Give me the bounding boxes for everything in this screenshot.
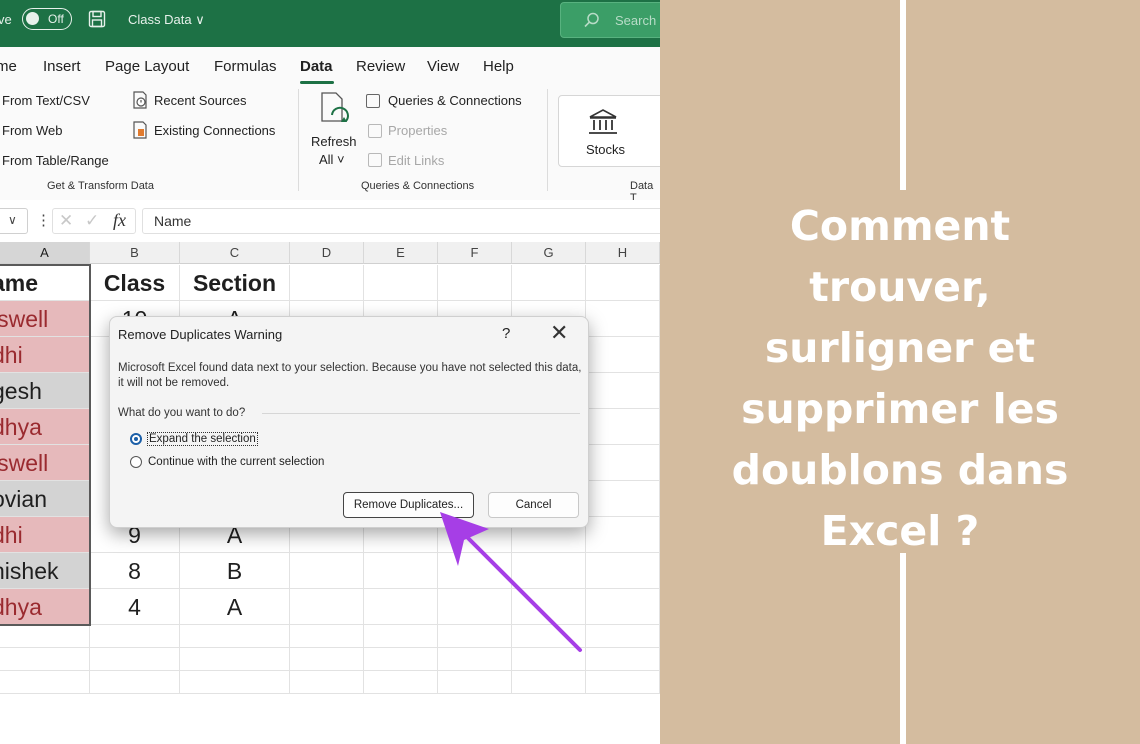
headline-line: trouver,	[809, 263, 991, 311]
headline-line: supprimer les	[741, 385, 1059, 433]
decorative-line-top	[900, 0, 906, 190]
decorative-line-bottom	[900, 553, 906, 744]
headline-line: Excel ?	[820, 507, 980, 555]
headline-line: doublons dans	[731, 446, 1069, 494]
headline-line: Comment	[789, 202, 1011, 250]
headline-line: surligner et	[764, 324, 1036, 372]
excel-screenshot: ve Off Class Data ∨ Search me Insert Pag…	[0, 0, 660, 744]
arrow-annotation	[440, 512, 582, 652]
article-headline: Comment trouver, surligner et supprimer …	[660, 196, 1140, 562]
title-panel: Comment trouver, surligner et supprimer …	[660, 0, 1140, 744]
